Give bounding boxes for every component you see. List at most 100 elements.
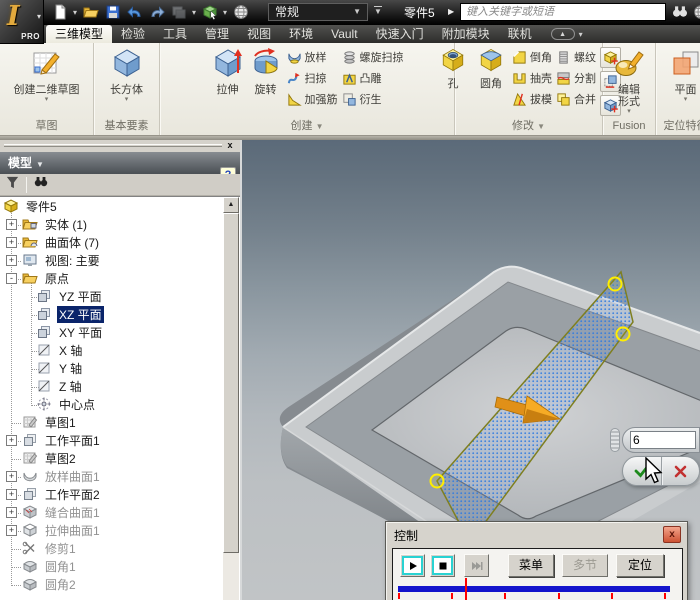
加强筋-button[interactable]: 加强筋 [287, 91, 338, 107]
collapse-ribbon-icon[interactable]: ▲ [551, 28, 575, 40]
grip-handle[interactable] [617, 328, 630, 341]
tree-item-工作平面2[interactable]: +工作平面2 [0, 485, 240, 503]
slider-cursor[interactable] [465, 578, 467, 600]
平面-button[interactable]: 平面▾ [667, 44, 700, 120]
tree-item-草图2[interactable]: 草图2 [0, 449, 240, 467]
tree-item-视图: 主要[interactable]: +视图: 主要 [0, 251, 240, 269]
panel-label-定位特征[interactable]: 定位特征 [656, 120, 700, 135]
长方体-button[interactable]: 长方体▾ [107, 44, 146, 120]
style-combo[interactable]: 常规 ▼ [268, 3, 368, 21]
panel-label-Fusion[interactable]: Fusion [603, 120, 655, 135]
scroll-up-icon[interactable]: ▲ [223, 197, 239, 213]
编辑形式-button[interactable]: 编辑形式 ▾ [610, 44, 648, 120]
web-icon[interactable] [693, 4, 700, 20]
tree-item-缝合曲面1[interactable]: +缝合曲面1 [0, 503, 240, 521]
拔模-button[interactable]: 拔模 [512, 91, 552, 107]
panel-label-基本要素[interactable]: 基本要素 [94, 120, 159, 135]
redo-button[interactable] [147, 3, 166, 22]
tab-管理[interactable]: 管理 [196, 25, 238, 43]
find-icon[interactable] [33, 174, 49, 195]
play-button[interactable] [400, 554, 425, 577]
凸雕-button[interactable]: 凸雕 [342, 70, 404, 86]
tree-item-零件5[interactable]: 零件5 [0, 197, 240, 215]
tab-三维模型[interactable]: 三维模型 [46, 25, 112, 43]
expand-icon[interactable]: + [6, 237, 17, 248]
undo-button[interactable] [125, 3, 144, 22]
search-help-icon[interactable] [671, 3, 690, 22]
衍生-button[interactable]: 衍生 [342, 91, 404, 107]
skip-button[interactable] [464, 554, 489, 577]
旋转-button[interactable]: 旋转 [247, 44, 285, 120]
qat-customize-caret[interactable]: ▼ [374, 6, 382, 17]
grip-handle[interactable] [431, 475, 444, 488]
ribbon-collapse-control[interactable]: ▲▾ [551, 25, 583, 43]
圆角-button[interactable]: 圆角 [472, 44, 510, 120]
chevron-down-icon[interactable]: ▾ [579, 30, 583, 39]
放样-button[interactable]: 放样 [287, 49, 338, 65]
tree-item-圆角2[interactable]: 圆角2 [0, 575, 240, 593]
open-folder-button[interactable] [81, 3, 100, 22]
tab-联机[interactable]: 联机 [499, 25, 541, 43]
expand-icon[interactable]: + [6, 489, 17, 500]
grip-handle[interactable] [609, 278, 622, 291]
tree-item-工作平面1[interactable]: +工作平面1 [0, 431, 240, 449]
合并-button[interactable]: 合并 [556, 91, 596, 107]
expand-icon[interactable]: + [6, 435, 17, 446]
save-button[interactable] [103, 3, 122, 22]
tree-item-中心点[interactable]: 中心点 [0, 395, 240, 413]
tab-附加模块[interactable]: 附加模块 [433, 25, 499, 43]
stop-button[interactable] [430, 554, 455, 577]
dropdown-caret-icon[interactable]: ▾ [191, 8, 197, 17]
insert-image-button[interactable] [169, 3, 188, 22]
mini-toolbar-grip[interactable] [610, 428, 620, 452]
tab-工具[interactable]: 工具 [154, 25, 196, 43]
抽壳-button[interactable]: 抽壳 [512, 70, 552, 86]
timeline-slider[interactable] [398, 586, 670, 592]
new-document-button[interactable] [50, 3, 69, 22]
扫掠-button[interactable]: 扫掠 [287, 70, 338, 86]
tree-item-曲面体 (7)[interactable]: +曲面体 (7) [0, 233, 240, 251]
panel-label-草图[interactable]: 草图 [0, 120, 93, 135]
multi-section-button[interactable]: 多节 [562, 554, 608, 577]
tree-item-实体 (1)[interactable]: +实体 (1) [0, 215, 240, 233]
expand-icon[interactable]: + [6, 507, 17, 518]
search-input[interactable] [460, 3, 666, 21]
tree-item-Y 轴[interactable]: Y 轴 [0, 359, 240, 377]
倒角-button[interactable]: 倒角 [512, 49, 552, 65]
tab-快速入门[interactable]: 快速入门 [367, 25, 433, 43]
tree-item-原点[interactable]: -原点 [0, 269, 240, 287]
tree-item-草图1[interactable]: 草图1 [0, 413, 240, 431]
tree-item-放样曲面1[interactable]: +放样曲面1 [0, 467, 240, 485]
tab-视图[interactable]: 视图 [238, 25, 280, 43]
browser-grip[interactable]: x [0, 140, 240, 152]
dropdown-caret-icon[interactable]: ▾ [72, 8, 78, 17]
拉伸-button[interactable]: 拉伸 [209, 44, 247, 120]
panel-label-修改[interactable]: 修改 ▼ [455, 120, 602, 135]
filter-icon[interactable] [5, 175, 20, 195]
distance-input[interactable] [630, 431, 696, 449]
tree-item-XY 平面[interactable]: XY 平面 [0, 323, 240, 341]
web-sphere-button[interactable] [231, 3, 250, 22]
螺旋扫掠-button[interactable]: 螺旋扫掠 [342, 49, 404, 65]
panel-label-创建[interactable]: 创建 ▼ [160, 120, 454, 135]
螺纹-button[interactable]: 螺纹 [556, 49, 596, 65]
browser-header[interactable]: 模型▼ ? [0, 152, 240, 174]
tree-item-圆角1[interactable]: 圆角1 [0, 557, 240, 575]
tree-item-X 轴[interactable]: X 轴 [0, 341, 240, 359]
tree-item-YZ 平面[interactable]: YZ 平面 [0, 287, 240, 305]
material-cube-button[interactable] [200, 3, 219, 22]
collapse-icon[interactable]: - [6, 273, 17, 284]
expand-icon[interactable]: + [6, 255, 17, 266]
tab-环境[interactable]: 环境 [280, 25, 322, 43]
创建二维草图-button[interactable]: 创建二维草图▾ [11, 44, 83, 120]
分割-button[interactable]: 分割 [556, 70, 596, 86]
control-dialog[interactable]: 控制 x 菜单 多节 定位 [385, 521, 688, 600]
expand-icon[interactable]: + [6, 525, 17, 536]
tree-item-拉伸曲面1[interactable]: +拉伸曲面1 [0, 521, 240, 539]
expand-icon[interactable]: + [6, 219, 17, 230]
tree-item-XZ 平面[interactable]: XZ 平面 [0, 305, 240, 323]
dropdown-caret-icon[interactable]: ▾ [222, 8, 228, 17]
app-logo[interactable]: I ▾ PRO [0, 0, 44, 44]
scrollbar-thumb[interactable] [223, 213, 239, 553]
close-icon[interactable]: x [224, 140, 236, 151]
